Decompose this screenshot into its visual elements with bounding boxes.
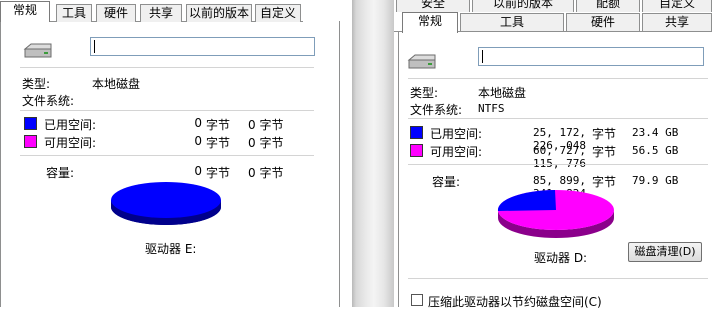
tab-sharing[interactable]: 共享 [140, 4, 182, 22]
filesystem-label: 文件系统: [410, 103, 463, 117]
used-space-size: 23.4 GB [632, 126, 679, 139]
compress-drive-label: 压缩此驱动器以节约磁盘空间(C) [428, 295, 602, 309]
capacity-label: 容量: [432, 175, 461, 189]
disk-usage-pie-chart [111, 182, 221, 225]
compress-drive-checkbox[interactable] [411, 294, 423, 306]
tab-previous-versions[interactable]: 以前的版本 [472, 0, 574, 12]
separator [20, 110, 314, 111]
capacity-label: 容量: [46, 166, 75, 180]
used-space-label: 已用空间: [430, 127, 483, 141]
separator [20, 67, 314, 68]
filesystem-label: 文件系统: [22, 94, 75, 108]
separator [408, 164, 708, 165]
disk-cleanup-button[interactable]: 磁盘清理(D) [628, 242, 702, 262]
tab-security[interactable]: 安全 [396, 0, 470, 12]
hard-drive-icon [23, 43, 52, 58]
hard-drive-icon [407, 54, 436, 69]
free-space-unit: 字节 [206, 136, 231, 150]
drive-name-input[interactable] [478, 47, 704, 66]
tab-hardware[interactable]: 硬件 [566, 13, 640, 31]
tab-general[interactable]: 常规 [402, 12, 458, 33]
free-space-color-swatch [410, 144, 423, 157]
drive-label: 驱动器 D: [534, 251, 588, 265]
separator [20, 155, 314, 156]
free-space-unit: 字节 [592, 145, 617, 159]
type-value: 本地磁盘 [478, 86, 527, 100]
separator [408, 278, 708, 279]
used-space-unit: 字节 [206, 118, 231, 132]
disk-usage-pie-chart [497, 190, 614, 238]
free-space-size: 56.5 GB [632, 144, 679, 157]
free-space-label: 可用空间: [430, 145, 483, 159]
type-label: 类型: [410, 86, 439, 100]
capacity-unit: 字节 [206, 166, 231, 180]
tab-customize[interactable]: 自定义 [255, 4, 301, 22]
used-space-bytes: 0 [194, 116, 202, 130]
tab-tools[interactable]: 工具 [460, 13, 564, 31]
used-space-size: 0 字节 [248, 118, 284, 132]
used-space-label: 已用空间: [44, 118, 97, 132]
window-gap [352, 0, 394, 307]
tab-tools[interactable]: 工具 [56, 4, 92, 22]
free-space-color-swatch [24, 135, 37, 148]
free-space-size: 0 字节 [248, 136, 284, 150]
pie-slice-used [497, 190, 556, 211]
tab-quota[interactable]: 配额 [576, 0, 640, 12]
tab-sharing[interactable]: 共享 [642, 13, 712, 31]
drive-name-input[interactable] [90, 37, 315, 56]
tab-hardware[interactable]: 硬件 [96, 4, 136, 22]
tab-customize[interactable]: 自定义 [642, 0, 712, 12]
free-space-bytes: 0 [194, 134, 202, 148]
used-space-color-swatch [24, 117, 37, 130]
type-value: 本地磁盘 [92, 77, 141, 91]
filesystem-value: NTFS [478, 102, 505, 115]
used-space-color-swatch [410, 126, 423, 139]
used-space-unit: 字节 [592, 127, 617, 141]
free-space-bytes: 60, 727, 115, 776 [533, 144, 586, 170]
free-space-label: 可用空间: [44, 136, 97, 150]
capacity-size: 79.9 GB [632, 174, 679, 187]
separator [408, 78, 708, 79]
drive-label: 驱动器 E: [145, 242, 197, 256]
capacity-size: 0 字节 [248, 166, 284, 180]
separator [408, 118, 708, 119]
tab-previous-versions[interactable]: 以前的版本 [186, 4, 252, 22]
tab-general[interactable]: 常规 [0, 1, 50, 22]
pie-slice-used [111, 182, 221, 218]
type-label: 类型: [22, 77, 51, 91]
capacity-bytes: 0 [194, 164, 202, 178]
